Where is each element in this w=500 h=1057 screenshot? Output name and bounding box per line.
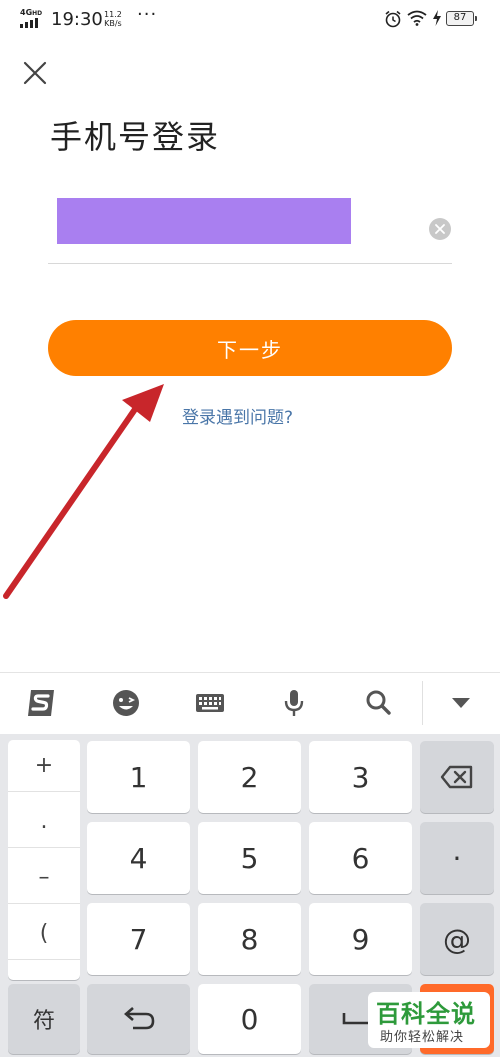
annotation-arrow-icon <box>3 384 164 599</box>
alarm-icon <box>385 10 401 28</box>
network-hd: HD <box>32 10 43 17</box>
digit-key-6[interactable]: 6 <box>309 822 412 894</box>
more-notifications-icon: ··· <box>137 4 158 25</box>
toolbar-divider <box>422 681 423 725</box>
symbol-key[interactable]: ( <box>8 908 80 960</box>
symbol-switch-key[interactable]: 符 <box>8 984 80 1054</box>
status-bar: 4GHD 19:30 11.2 KB/s ··· 87 <box>0 0 500 40</box>
phone-input-row <box>48 196 452 264</box>
return-key[interactable] <box>87 984 190 1054</box>
page-title: 手机号登录 <box>50 118 221 156</box>
undo-arrow-icon <box>123 1007 154 1030</box>
network-type: 4G <box>20 8 33 17</box>
backspace-key[interactable] <box>420 741 494 813</box>
digit-key-8[interactable]: 8 <box>198 903 301 975</box>
watermark-logo: 百科全说 助你轻松解决 <box>368 992 490 1048</box>
keyboard-toolbar <box>0 672 500 734</box>
watermark-subtitle: 助你轻松解决 <box>380 1030 465 1045</box>
digit-key-0[interactable]: 0 <box>198 984 301 1054</box>
symbol-key[interactable]: . <box>8 796 80 848</box>
signal-icon: 4GHD <box>20 8 46 28</box>
network-speed-value: 11.2 <box>104 10 122 19</box>
search-icon[interactable] <box>360 685 396 721</box>
microphone-icon[interactable] <box>276 685 312 721</box>
symbol-column[interactable]: + . – ( 、 <box>8 740 80 980</box>
privacy-mask <box>57 198 351 244</box>
clear-icon[interactable] <box>429 218 451 240</box>
clock: 19:30 <box>51 9 103 30</box>
digit-key-9[interactable]: 9 <box>309 903 412 975</box>
close-icon[interactable] <box>22 60 48 86</box>
collapse-keyboard-icon[interactable] <box>443 685 479 721</box>
symbol-key[interactable]: – <box>8 852 80 904</box>
network-speed-unit: KB/s <box>104 19 122 28</box>
at-key[interactable]: @ <box>420 903 494 975</box>
backspace-icon <box>440 765 473 789</box>
digit-key-1[interactable]: 1 <box>87 741 190 813</box>
sogou-logo-icon[interactable] <box>24 685 60 721</box>
digit-key-2[interactable]: 2 <box>198 741 301 813</box>
network-speed: 11.2 KB/s <box>104 10 122 28</box>
battery-indicator: 87 <box>446 11 477 26</box>
digit-key-4[interactable]: 4 <box>87 822 190 894</box>
digit-key-5[interactable]: 5 <box>198 822 301 894</box>
wifi-icon <box>407 10 427 26</box>
watermark-title: 百科全说 <box>376 1000 476 1028</box>
charging-icon <box>433 10 441 26</box>
digit-key-7[interactable]: 7 <box>87 903 190 975</box>
digit-key-3[interactable]: 3 <box>309 741 412 813</box>
emoji-icon[interactable] <box>108 685 144 721</box>
symbol-key[interactable]: + <box>8 740 80 792</box>
keyboard-icon[interactable] <box>192 685 228 721</box>
symbol-key[interactable]: 、 <box>8 954 80 980</box>
next-step-button[interactable]: 下一步 <box>48 320 452 376</box>
dot-key[interactable]: · <box>420 822 494 894</box>
